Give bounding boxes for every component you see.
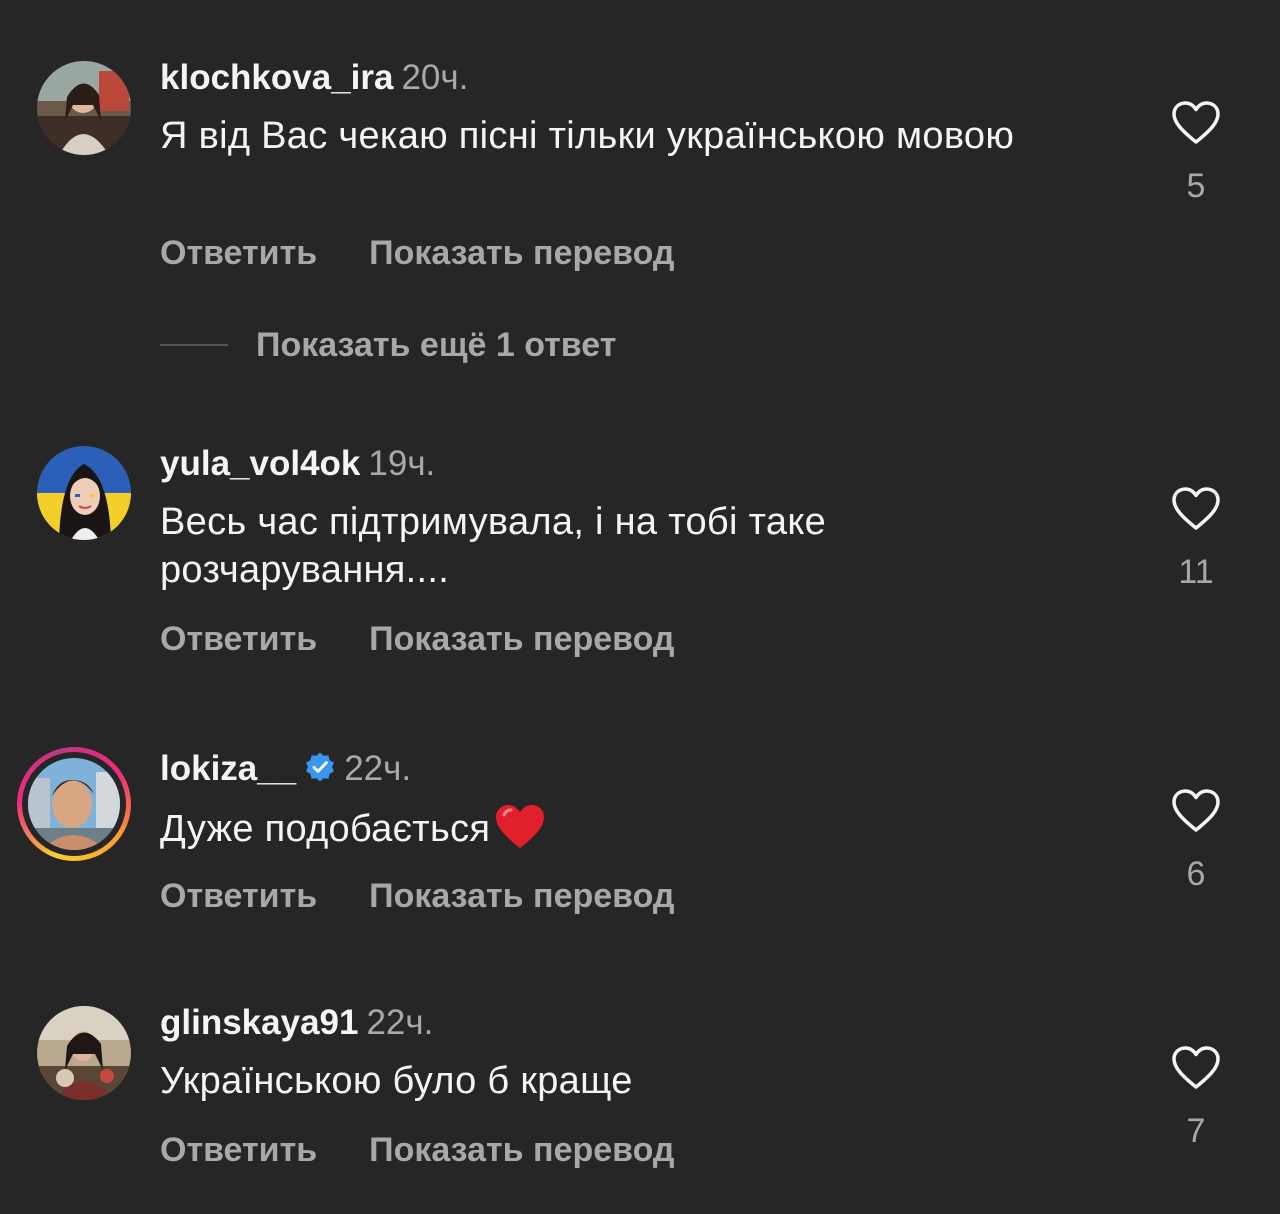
view-more-replies[interactable]: Показать ещё 1 ответ — [160, 325, 616, 365]
timestamp: 22ч. — [344, 749, 412, 788]
comment-actions: Ответить Показать перевод — [160, 876, 675, 916]
red-heart-emoji — [496, 805, 545, 848]
like-count: 6 — [1186, 855, 1206, 893]
like-control: 11 — [1166, 486, 1226, 592]
comment-actions: Ответить Показать перевод — [160, 1130, 675, 1170]
like-count: 7 — [1186, 1112, 1206, 1150]
comment-header: lokiza__ 22ч. — [160, 749, 411, 789]
comment-actions: Ответить Показать перевод — [160, 233, 675, 273]
verified-badge-icon — [306, 752, 335, 782]
comment-header: klochkova_ira 20ч. — [160, 58, 468, 98]
comment-header: glinskaya91 22ч. — [160, 1003, 433, 1043]
like-control: 6 — [1166, 788, 1226, 894]
comment-text: Українською було б краще — [160, 1060, 633, 1102]
reply-button[interactable]: Ответить — [160, 877, 317, 915]
like-control: 7 — [1166, 1045, 1226, 1151]
heart-outline-icon[interactable] — [1171, 486, 1221, 532]
comment-text: Дуже подобається — [160, 803, 1060, 853]
username[interactable]: klochkova_ira — [160, 58, 393, 97]
like-control: 5 — [1166, 100, 1226, 206]
heart-outline-icon[interactable] — [1171, 1045, 1221, 1091]
username[interactable]: glinskaya91 — [160, 1003, 358, 1042]
story-ring[interactable] — [17, 747, 131, 861]
like-count: 5 — [1186, 167, 1206, 205]
comment-header: yula_vol4ok 19ч. — [160, 444, 435, 484]
heart-outline-icon[interactable] — [1171, 788, 1221, 834]
show-translation-button[interactable]: Показать перевод — [369, 1131, 674, 1169]
divider-line — [160, 344, 228, 346]
comments-screen: klochkova_ira 20ч. Я від Вас чекаю пісні … — [0, 0, 1280, 1214]
avatar — [28, 758, 120, 850]
show-translation-button[interactable]: Показать перевод — [369, 877, 674, 915]
avatar[interactable] — [37, 446, 131, 540]
timestamp: 22ч. — [366, 1003, 434, 1042]
timestamp: 19ч. — [368, 444, 436, 483]
reply-button[interactable]: Ответить — [160, 1131, 317, 1169]
avatar-photo — [37, 1006, 131, 1100]
username[interactable]: lokiza__ — [160, 749, 296, 788]
reply-button[interactable]: Ответить — [160, 234, 317, 272]
show-translation-button[interactable]: Показать перевод — [369, 234, 674, 272]
avatar-photo — [37, 61, 131, 155]
timestamp: 20ч. — [401, 58, 469, 97]
username[interactable]: yula_vol4ok — [160, 444, 360, 483]
comment-actions: Ответить Показать перевод — [160, 619, 675, 659]
heart-outline-icon[interactable] — [1171, 100, 1221, 146]
comment-text: Весь час підтримувала, і на тобі таке ро… — [160, 501, 827, 591]
show-translation-button[interactable]: Показать перевод — [369, 620, 674, 658]
avatar[interactable] — [37, 1006, 131, 1100]
view-more-replies-label[interactable]: Показать ещё 1 ответ — [256, 325, 616, 365]
avatar-photo — [37, 446, 131, 540]
like-count: 11 — [1178, 553, 1214, 591]
comment-text: Я від Вас чекаю пісні тільки українською… — [160, 115, 1015, 157]
avatar-photo — [28, 758, 120, 850]
reply-button[interactable]: Ответить — [160, 620, 317, 658]
comment-text-content: Дуже подобається — [160, 808, 491, 850]
avatar[interactable] — [37, 61, 131, 155]
